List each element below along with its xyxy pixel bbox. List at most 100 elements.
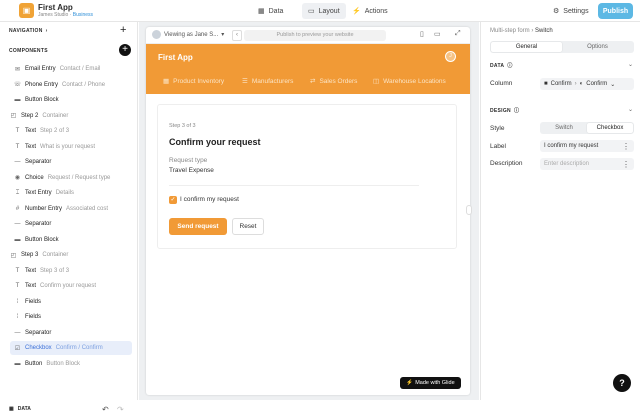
breadcrumb: Multi-step form › Switch: [490, 28, 553, 34]
more-icon[interactable]: ⋮: [622, 160, 630, 169]
app-logo[interactable]: ▣: [19, 3, 34, 18]
component-name: Button Block: [25, 236, 59, 243]
tab-options[interactable]: Options: [562, 42, 633, 52]
component-item[interactable]: # Number Entry Associated cost: [10, 202, 132, 216]
actions-tab[interactable]: ⚡ Actions: [352, 0, 388, 22]
data-footer[interactable]: ▦ DATA: [9, 406, 31, 412]
chevron-right-icon: ›: [45, 28, 48, 34]
email-icon: ✉: [14, 66, 21, 73]
button-icon: ▬: [14, 97, 21, 103]
components-section: COMPONENTS: [9, 48, 48, 54]
component-item[interactable]: ⌶ Text Entry Details: [10, 186, 132, 200]
component-subtitle: Request / Request type: [47, 174, 111, 181]
component-item[interactable]: T Text Step 2 of 3: [10, 124, 132, 138]
step-icon: ◰: [10, 252, 17, 259]
component-item[interactable]: ☏ Phone Entry Contact / Phone: [10, 78, 132, 92]
tab-product-inventory[interactable]: ▦ Product Inventory: [163, 77, 224, 86]
expand-icon[interactable]: ⤢: [455, 30, 461, 38]
component-item[interactable]: ◰ Step 3 Container: [6, 248, 128, 262]
add-component-button[interactable]: +: [119, 44, 131, 56]
component-item[interactable]: ▬ Button Block: [10, 93, 132, 107]
style-toggle: Switch Checkbox: [540, 122, 634, 134]
component-item[interactable]: T Text Step 3 of 3: [10, 264, 132, 278]
component-item[interactable]: ⁞ Fields: [10, 295, 132, 309]
component-name: Text: [25, 283, 37, 289]
app-name[interactable]: First App: [38, 3, 73, 12]
style-switch[interactable]: Switch: [541, 123, 587, 133]
more-icon[interactable]: ⋮: [622, 142, 630, 151]
component-subtitle: Container: [42, 252, 69, 258]
button-icon: ▬: [14, 236, 21, 243]
info-icon: ⓘ: [513, 108, 520, 114]
mobile-icon[interactable]: ▯: [420, 30, 424, 38]
reset-button[interactable]: Reset: [232, 218, 264, 235]
publish-button[interactable]: Publish: [598, 3, 633, 19]
fields-icon: ⁞: [16, 314, 19, 320]
label-label: Label: [490, 143, 506, 150]
confirm-checkbox[interactable]: ✓: [169, 196, 177, 204]
tab-general[interactable]: General: [491, 42, 562, 52]
add-navigation-icon[interactable]: +: [120, 24, 126, 36]
collapse-icon[interactable]: ⌄: [628, 61, 633, 68]
component-name: Text: [25, 143, 37, 150]
component-item[interactable]: ⁞ Fields: [10, 310, 132, 324]
step-icon: ◰: [10, 113, 17, 119]
tab-sales-orders[interactable]: ⇄ Sales Orders: [310, 77, 357, 86]
component-subtitle: Details: [55, 190, 75, 196]
separator-icon: —: [14, 221, 21, 227]
resize-handle[interactable]: [466, 205, 472, 215]
grid-icon: ▦: [163, 78, 170, 85]
made-with-badge[interactable]: ⚡ Made with Glide: [400, 377, 461, 389]
avatar[interactable]: J: [445, 51, 456, 62]
component-item[interactable]: T Text Confirm your request: [10, 279, 132, 293]
data-tab[interactable]: ▦ Data: [258, 0, 283, 22]
glide-icon: ⚡: [406, 380, 414, 386]
component-item[interactable]: ◉ Choice Request / Request type: [10, 171, 132, 185]
toggle-icon: ◐: [579, 81, 584, 87]
component-item[interactable]: ◰ Step 2 Container: [6, 109, 128, 123]
chevron-down-icon: ⌄: [610, 81, 616, 88]
back-icon[interactable]: ‹: [232, 30, 242, 41]
app-header: First App J ▦ Product Inventory ☰ Manufact…: [146, 44, 470, 94]
step-label: Step 3 of 3: [169, 123, 196, 129]
component-subtitle: Button Block: [46, 360, 81, 367]
column-select[interactable]: ■ Confirm › ◐ Confirm ⌄: [540, 78, 634, 90]
undo-icon[interactable]: ↶: [102, 405, 109, 414]
component-item[interactable]: — Separator: [10, 155, 132, 169]
send-request-button[interactable]: Send request: [169, 218, 227, 235]
text-icon: T: [15, 283, 20, 289]
viewing-as-selector[interactable]: Viewing as Jane S... ▾: [152, 30, 224, 39]
checkbox-label[interactable]: I confirm my request: [180, 196, 239, 203]
component-item[interactable]: — Separator: [10, 217, 132, 231]
component-subtitle: Step 2 of 3: [40, 128, 70, 134]
style-checkbox[interactable]: Checkbox: [587, 123, 633, 133]
description-input[interactable]: Enter description ⋮: [540, 158, 634, 170]
component-item[interactable]: ✉ Email Entry Contact / Email: [10, 62, 132, 76]
tablet-icon[interactable]: ▭: [434, 30, 441, 38]
tab-warehouse-locations[interactable]: ◫ Warehouse Locations: [373, 77, 446, 86]
component-name: Number Entry: [25, 205, 63, 212]
component-name: Text: [25, 267, 37, 274]
component-item[interactable]: ▬ Button Block: [10, 233, 132, 247]
layout-tab[interactable]: ▭ Layout: [302, 3, 346, 19]
collapse-icon[interactable]: ⌄: [628, 106, 633, 113]
component-subtitle: Container: [42, 112, 69, 119]
component-name: Step 3: [21, 252, 39, 258]
help-button[interactable]: ?: [613, 374, 631, 392]
component-item[interactable]: T Text What is your request: [10, 140, 132, 154]
settings-button[interactable]: ⚙ Settings: [553, 3, 589, 19]
info-icon: ⓘ: [507, 63, 513, 69]
component-item[interactable]: ☑ Checkbox Confirm / Confirm: [10, 341, 132, 355]
map-icon: ◫: [373, 78, 380, 85]
navigation-section[interactable]: NAVIGATION ›: [9, 28, 48, 34]
component-item[interactable]: — Separator: [10, 326, 132, 340]
tab-manufacturers[interactable]: ☰ Manufacturers: [242, 77, 293, 86]
gear-icon: ⚙: [553, 8, 560, 15]
component-name: Separator: [25, 159, 52, 165]
chevron-down-icon: ▾: [221, 32, 225, 38]
preview-toolbar: Viewing as Jane S... ▾ ‹ Publish to previ…: [146, 27, 470, 44]
component-item[interactable]: ▬ Button Button Block: [10, 357, 132, 371]
component-name: Step 2: [21, 112, 39, 119]
label-input[interactable]: I confirm my request ⋮: [540, 140, 634, 152]
redo-icon[interactable]: ↷: [117, 405, 124, 414]
